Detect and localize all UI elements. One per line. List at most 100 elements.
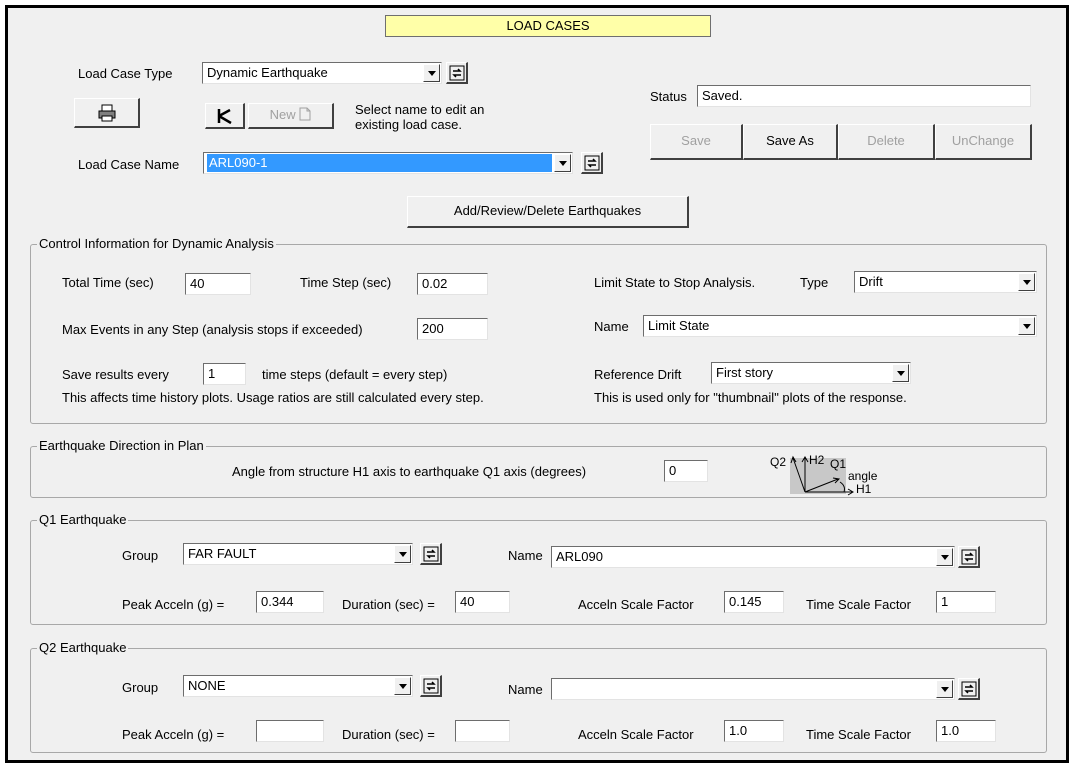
q1-acceln-sf-input[interactable]: 0.145	[724, 591, 784, 613]
q2-group-label: Q2 Earthquake	[37, 640, 129, 656]
status-label: Status	[650, 89, 687, 104]
time-history-note: This affects time history plots. Usage r…	[62, 390, 484, 405]
reference-drift-select[interactable]: First story	[711, 362, 911, 384]
refresh-icon	[584, 155, 600, 171]
chevron-down-icon[interactable]	[554, 154, 571, 172]
q1-name-label: Name	[508, 548, 543, 563]
max-events-label: Max Events in any Step (analysis stops i…	[62, 322, 363, 337]
type-label: Type	[800, 275, 829, 290]
q2-group-select[interactable]: NONE	[183, 675, 413, 697]
limit-state-type-select[interactable]: Drift	[854, 271, 1037, 293]
q1-name-value: ARL090	[556, 549, 603, 564]
h2-axis-label: H2	[809, 453, 825, 467]
refresh-load-case-type-button[interactable]	[446, 62, 468, 84]
q2-group-field-label: Group	[122, 680, 159, 695]
q1-acceln-sf-label: Acceln Scale Factor	[578, 597, 694, 612]
q1-duration-label: Duration (sec) =	[342, 597, 435, 612]
page-title: LOAD CASES	[385, 15, 711, 37]
chevron-down-icon[interactable]	[892, 364, 909, 382]
new-document-icon	[299, 107, 311, 121]
tool-icon	[217, 108, 232, 125]
q2-peak-input[interactable]	[256, 720, 324, 742]
new-button[interactable]: New	[248, 103, 334, 129]
q1-peak-input[interactable]: 0.344	[256, 591, 324, 613]
refresh-icon	[961, 681, 977, 697]
q1-time-sf-label: Time Scale Factor	[806, 597, 911, 612]
q2-duration-label: Duration (sec) =	[342, 727, 435, 742]
save-button[interactable]: Save	[650, 124, 743, 160]
load-case-name-value: ARL090-1	[207, 154, 552, 172]
reference-drift-label: Reference Drift	[594, 367, 682, 382]
delete-button[interactable]: Delete	[838, 124, 935, 160]
q2-acceln-sf-label: Acceln Scale Factor	[578, 727, 694, 742]
chevron-down-icon[interactable]	[1018, 317, 1035, 335]
refresh-q2-name-button[interactable]	[958, 678, 980, 700]
q1-axis-label: Q1	[830, 457, 847, 471]
printer-icon	[98, 104, 115, 122]
refresh-q1-name-button[interactable]	[958, 546, 980, 568]
time-steps-label: time steps (default = every step)	[262, 367, 448, 382]
load-case-name-label: Load Case Name	[78, 157, 180, 172]
tool-button[interactable]	[205, 103, 245, 129]
direction-group-label: Earthquake Direction in Plan	[37, 438, 206, 454]
limit-state-type-value: Drift	[859, 274, 883, 289]
refresh-q2-group-button[interactable]	[420, 675, 442, 697]
save-every-input[interactable]: 1	[203, 363, 246, 385]
q1-name-select[interactable]: ARL090	[551, 546, 955, 568]
reference-drift-value: First story	[716, 365, 774, 380]
limit-state-name-select[interactable]: Limit State	[643, 315, 1037, 337]
chevron-down-icon[interactable]	[394, 545, 411, 563]
angle-input[interactable]: 0	[664, 460, 708, 482]
q1-group-field-label: Group	[122, 548, 159, 563]
refresh-icon	[423, 678, 439, 694]
save-every-label: Save results every	[62, 367, 169, 382]
time-step-label: Time Step (sec)	[300, 275, 392, 290]
total-time-label: Total Time (sec)	[62, 275, 154, 290]
load-case-name-select[interactable]: ARL090-1	[203, 152, 573, 174]
q2-group-value: NONE	[188, 678, 226, 693]
status-field[interactable]: Saved.	[697, 85, 1031, 107]
chevron-down-icon[interactable]	[1018, 273, 1035, 291]
unchange-button[interactable]: UnChange	[935, 124, 1032, 160]
q1-group-value: FAR FAULT	[188, 546, 257, 561]
q2-axis-label: Q2	[770, 455, 787, 469]
direction-diagram: Q2 H2 Q1 angle H1	[760, 452, 900, 496]
limit-state-name-value: Limit State	[648, 318, 710, 333]
load-case-type-label: Load Case Type	[78, 66, 173, 81]
chevron-down-icon[interactable]	[936, 548, 953, 566]
total-time-input[interactable]: 40	[185, 273, 251, 295]
thumbnail-note: This is used only for "thumbnail" plots …	[594, 390, 907, 405]
chevron-down-icon[interactable]	[394, 677, 411, 695]
q2-time-sf-label: Time Scale Factor	[806, 727, 911, 742]
q2-peak-label: Peak Acceln (g) =	[122, 727, 225, 742]
time-step-input[interactable]: 0.02	[417, 273, 488, 295]
refresh-q1-group-button[interactable]	[420, 543, 442, 565]
save-as-button[interactable]: Save As	[743, 124, 838, 160]
chevron-down-icon[interactable]	[936, 680, 953, 698]
limit-state-label: Limit State to Stop Analysis.	[594, 275, 756, 290]
control-group-label: Control Information for Dynamic Analysis	[37, 236, 276, 252]
q2-name-select[interactable]	[551, 678, 955, 700]
q1-group-select[interactable]: FAR FAULT	[183, 543, 413, 565]
new-button-label: New	[269, 107, 296, 122]
q2-acceln-sf-input[interactable]: 1.0	[724, 720, 784, 742]
q2-duration-input[interactable]	[455, 720, 510, 742]
q2-name-label: Name	[508, 682, 543, 697]
load-case-type-select[interactable]: Dynamic Earthquake	[202, 62, 442, 84]
q1-time-sf-input[interactable]: 1	[936, 591, 996, 613]
limit-state-name-label: Name	[594, 319, 629, 334]
max-events-input[interactable]: 200	[417, 318, 488, 340]
q1-peak-label: Peak Acceln (g) =	[122, 597, 225, 612]
refresh-icon	[449, 65, 465, 81]
refresh-load-case-name-button[interactable]	[581, 152, 603, 174]
print-button[interactable]	[74, 98, 140, 128]
q1-duration-input[interactable]: 40	[455, 591, 510, 613]
q1-group-label: Q1 Earthquake	[37, 512, 129, 528]
add-review-delete-earthquakes-button[interactable]: Add/Review/Delete Earthquakes	[407, 196, 689, 228]
hint-text-line-1: Select name to edit an	[355, 102, 485, 117]
hint-text-line-2: existing load case.	[355, 117, 462, 132]
chevron-down-icon[interactable]	[423, 64, 440, 82]
q2-time-sf-input[interactable]: 1.0	[936, 720, 996, 742]
refresh-icon	[961, 549, 977, 565]
refresh-icon	[423, 546, 439, 562]
